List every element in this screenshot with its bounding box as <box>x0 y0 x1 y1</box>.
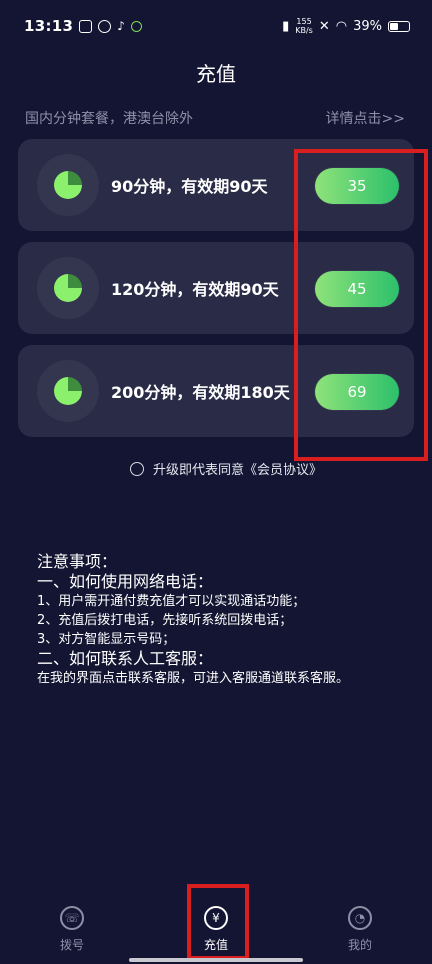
notes-heading: 注意事项： <box>37 552 118 571</box>
subheader: 国内分钟套餐，港澳台除外 详情点击>> <box>25 108 405 128</box>
store-icon <box>79 19 93 33</box>
subheader-note: 国内分钟套餐，港澳台除外 <box>25 111 193 127</box>
pie-chart-icon <box>54 274 82 302</box>
sim-icon: ✕ <box>318 18 330 34</box>
plan-card-90min[interactable]: 90分钟，有效期90天 35 <box>18 139 414 231</box>
notes-item3: 3、对方智能显示号码； <box>37 632 176 647</box>
price-button[interactable]: 35 <box>315 168 399 204</box>
notes-item2: 2、充值后拨打电话，先接听系统回拨电话； <box>37 613 293 628</box>
battery-percent: 39% <box>353 18 382 34</box>
agreement-text[interactable]: 升级即代表同意《会员协议》 <box>153 459 322 478</box>
tab-label: 我的 <box>347 937 372 952</box>
status-bar: 13:13 ♪ ▮ 155 KB/s ✕ ◠ 39% <box>0 0 432 52</box>
details-link[interactable]: 详情点击>> <box>326 108 405 128</box>
app-icon <box>98 19 112 33</box>
notes-section2: 二、如何联系人工客服： <box>37 649 214 668</box>
pie-chart-icon <box>54 377 82 405</box>
tab-mine[interactable]: ◔ 我的 <box>288 894 432 964</box>
status-right: ▮ 155 KB/s ✕ ◠ 39% <box>282 17 410 35</box>
agreement-row[interactable]: 升级即代表同意《会员协议》 <box>130 459 322 478</box>
battery-icon <box>388 20 410 32</box>
price-button[interactable]: 45 <box>315 271 399 307</box>
plan-title: 120分钟，有效期90天 <box>111 280 279 299</box>
notes-item1: 1、用户需开通付费充值才可以实现通话功能； <box>37 594 306 609</box>
phone-icon: ☏ <box>60 905 84 930</box>
plan-title: 200分钟，有效期180天 <box>111 383 290 402</box>
speed-value: 155 <box>296 17 312 26</box>
network-speed: 155 KB/s <box>295 17 313 35</box>
tiktok-icon: ♪ <box>117 19 125 33</box>
plan-list: 90分钟，有效期90天 35 120分钟，有效期90天 45 200分钟，有效期… <box>18 139 414 448</box>
notes-section: 注意事项： 一、如何使用网络电话： 1、用户需开通付费充值才可以实现通话功能； … <box>37 552 417 688</box>
status-left: 13:13 ♪ <box>24 17 142 35</box>
page-title: 充值 <box>196 62 236 86</box>
user-icon: ◔ <box>348 905 372 930</box>
plan-card-120min[interactable]: 120分钟，有效期90天 45 <box>18 242 414 334</box>
tab-recharge[interactable]: ¥ 充值 <box>144 894 288 964</box>
agreement-radio[interactable] <box>130 461 144 476</box>
plan-icon <box>37 360 99 422</box>
yuan-icon: ¥ <box>204 905 228 930</box>
tab-label: 充值 <box>203 937 228 952</box>
notes-item4: 在我的界面点击联系客服，可进入客服通道联系客服。 <box>37 671 350 686</box>
tab-dial[interactable]: ☏ 拨号 <box>0 894 144 964</box>
home-indicator[interactable] <box>129 958 303 962</box>
wifi-icon: ◠ <box>335 18 348 34</box>
notes-section1: 一、如何使用网络电话： <box>37 572 214 591</box>
tab-label: 拨号 <box>59 937 84 952</box>
vibrate-icon: ▮ <box>282 18 290 34</box>
notification-icon <box>130 20 142 32</box>
pie-chart-icon <box>54 171 82 199</box>
price-button[interactable]: 69 <box>315 374 399 410</box>
plan-icon <box>37 154 99 216</box>
plan-card-200min[interactable]: 200分钟，有效期180天 69 <box>18 345 414 437</box>
plan-title: 90分钟，有效期90天 <box>111 177 268 196</box>
speed-unit: KB/s <box>295 26 313 35</box>
plan-icon <box>37 257 99 319</box>
bottom-tab-bar: ☏ 拨号 ¥ 充值 ◔ 我的 <box>0 894 432 964</box>
status-time: 13:13 <box>24 17 74 35</box>
